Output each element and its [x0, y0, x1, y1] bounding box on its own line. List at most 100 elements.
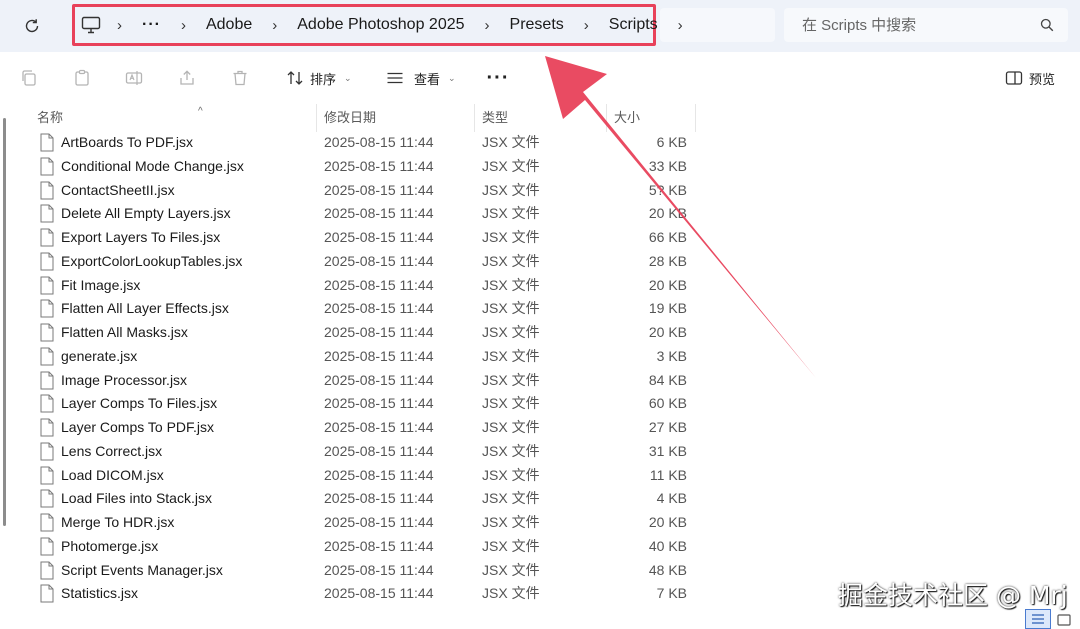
search-box[interactable] — [784, 8, 1068, 42]
file-size: 6 KB — [656, 134, 687, 150]
file-row[interactable]: ArtBoards To PDF.jsx 2025-08-15 11:44 JSX … — [0, 131, 700, 154]
file-name[interactable]: ContactSheetII.jsx — [61, 179, 175, 202]
details-view-icon — [1032, 614, 1044, 624]
file-size: 20 KB — [648, 276, 687, 293]
file-name[interactable]: Script Events Manager.jsx — [61, 559, 223, 582]
breadcrumb-separator[interactable]: › — [256, 17, 293, 34]
file-name[interactable]: Load Files into Stack.jsx — [61, 487, 212, 510]
breadcrumb-separator[interactable]: › — [662, 17, 699, 34]
column-header-type[interactable]: 类型 — [475, 104, 607, 132]
view-button[interactable]: 查看 ⌄ — [386, 66, 456, 90]
file-size: 66 KB — [648, 229, 687, 245]
more-options-button[interactable]: ··· — [484, 66, 512, 90]
file-type: JSX 文件 — [482, 371, 540, 388]
column-header-name[interactable]: ^ 名称 — [30, 104, 317, 132]
file-icon — [40, 157, 54, 176]
file-date: 2025-08-15 11:44 — [324, 442, 434, 459]
file-row[interactable]: Layer Comps To Files.jsx 2025-08-15 11:44… — [0, 392, 700, 415]
copy-button[interactable] — [17, 66, 41, 90]
rename-button[interactable] — [122, 66, 146, 90]
file-row[interactable]: ExportColorLookupTables.jsx 2025-08-15 11… — [0, 250, 700, 273]
paste-icon — [75, 69, 89, 86]
sort-button[interactable]: 排序 ⌄ — [286, 66, 352, 90]
file-date: 2025-08-15 11:44 — [324, 585, 434, 602]
file-row[interactable]: Merge To HDR.jsx 2025-08-15 11:44 JSX 文件 20… — [0, 511, 700, 534]
file-size: 4 KB — [656, 490, 687, 507]
details-view-button[interactable] — [1025, 609, 1051, 629]
file-name[interactable]: generate.jsx — [61, 345, 137, 368]
file-date: 2025-08-15 11:44 — [324, 371, 434, 388]
trash-icon — [233, 70, 247, 86]
file-name[interactable]: Flatten All Layer Effects.jsx — [61, 297, 229, 320]
tiles-view-button[interactable] — [1054, 611, 1074, 629]
file-row[interactable]: generate.jsx 2025-08-15 11:44 JSX 文件 3 KB — [0, 345, 700, 368]
file-name[interactable]: Photomerge.jsx — [61, 535, 158, 558]
search-icon[interactable] — [1040, 18, 1054, 32]
breadcrumb-separator[interactable]: › — [568, 17, 605, 34]
file-row[interactable]: Photomerge.jsx 2025-08-15 11:44 JSX 文件 40 K… — [0, 535, 700, 558]
file-name[interactable]: Flatten All Masks.jsx — [61, 321, 188, 344]
file-size: 3 KB — [656, 347, 687, 364]
breadcrumb-item-photoshop[interactable]: Adobe Photoshop 2025 — [293, 16, 468, 34]
command-bar: 排序 ⌄ 查看 ⌄ ··· 预览 — [0, 52, 1080, 104]
search-input[interactable] — [800, 15, 1040, 35]
file-row[interactable]: Layer Comps To PDF.jsx 2025-08-15 11:44 JS… — [0, 416, 700, 439]
file-row[interactable]: Load DICOM.jsx 2025-08-15 11:44 JSX 文件 11 K… — [0, 464, 700, 487]
file-name[interactable]: Lens Correct.jsx — [61, 440, 162, 463]
file-name[interactable]: Fit Image.jsx — [61, 274, 140, 297]
file-row[interactable]: Script Events Manager.jsx 2025-08-15 11:4… — [0, 559, 700, 582]
column-header-date[interactable]: 修改日期 — [317, 104, 475, 132]
refresh-button[interactable] — [18, 12, 46, 40]
breadcrumb-separator[interactable]: › — [469, 17, 506, 34]
file-name[interactable]: Export Layers To Files.jsx — [61, 226, 220, 249]
file-type: JSX 文件 — [482, 585, 540, 602]
breadcrumb-overflow[interactable]: ··· — [138, 16, 165, 34]
file-row[interactable]: Delete All Empty Layers.jsx 2025-08-15 11… — [0, 202, 700, 225]
file-name[interactable]: Conditional Mode Change.jsx — [61, 155, 244, 178]
file-type: JSX 文件 — [482, 490, 540, 507]
file-name[interactable]: Merge To HDR.jsx — [61, 511, 174, 534]
file-name[interactable]: ArtBoards To PDF.jsx — [61, 131, 193, 154]
file-icon — [40, 228, 54, 247]
file-row[interactable]: Flatten All Masks.jsx 2025-08-15 11:44 JSX… — [0, 321, 700, 344]
file-name[interactable]: Image Processor.jsx — [61, 369, 187, 392]
file-row[interactable]: Fit Image.jsx 2025-08-15 11:44 JSX 文件 20 KB — [0, 274, 700, 297]
paste-button[interactable] — [70, 66, 94, 90]
column-header-size[interactable]: 大小 — [607, 104, 696, 132]
share-button[interactable] — [175, 66, 199, 90]
file-date: 2025-08-15 11:44 — [324, 561, 434, 578]
breadcrumb-item-presets[interactable]: Presets — [506, 16, 568, 34]
file-row[interactable]: Conditional Mode Change.jsx 2025-08-15 11… — [0, 155, 700, 178]
file-type: JSX 文件 — [482, 442, 540, 459]
file-name[interactable]: Delete All Empty Layers.jsx — [61, 202, 231, 225]
breadcrumb-separator[interactable]: › — [165, 17, 202, 34]
file-row[interactable]: Load Files into Stack.jsx 2025-08-15 11:4… — [0, 487, 700, 510]
delete-button[interactable] — [228, 66, 252, 90]
chevron-down-icon: ⌄ — [448, 72, 456, 83]
file-row[interactable]: Flatten All Layer Effects.jsx 2025-08-15 … — [0, 297, 700, 320]
preview-label: 预览 — [1029, 71, 1056, 87]
file-type: JSX 文件 — [482, 229, 540, 245]
file-row[interactable]: ContactSheetII.jsx 2025-08-15 11:44 JSX 文件… — [0, 179, 700, 202]
file-type: JSX 文件 — [482, 347, 540, 364]
file-icon — [40, 299, 54, 318]
file-row[interactable]: Lens Correct.jsx 2025-08-15 11:44 JSX 文件 31… — [0, 440, 700, 463]
file-row[interactable]: Export Layers To Files.jsx 2025-08-15 11:… — [0, 226, 700, 249]
file-name[interactable]: Load DICOM.jsx — [61, 464, 164, 487]
breadcrumb-item-adobe[interactable]: Adobe — [202, 16, 256, 34]
breadcrumb-item-scripts[interactable]: Scripts — [605, 16, 662, 34]
computer-icon[interactable] — [81, 16, 101, 34]
file-date: 2025-08-15 11:44 — [324, 205, 434, 222]
breadcrumb-separator[interactable]: › — [101, 17, 138, 34]
preview-pane-button[interactable]: 预览 — [1005, 66, 1055, 90]
file-name[interactable]: Layer Comps To PDF.jsx — [61, 416, 214, 439]
file-type: JSX 文件 — [482, 561, 540, 578]
file-date: 2025-08-15 11:44 — [324, 537, 434, 554]
file-icon — [40, 489, 54, 508]
file-name[interactable]: ExportColorLookupTables.jsx — [61, 250, 242, 273]
file-name[interactable]: Statistics.jsx — [61, 582, 138, 605]
file-row[interactable]: Statistics.jsx 2025-08-15 11:44 JSX 文件 7 KB — [0, 582, 700, 605]
file-date: 2025-08-15 11:44 — [324, 276, 434, 293]
file-name[interactable]: Layer Comps To Files.jsx — [61, 392, 217, 415]
file-row[interactable]: Image Processor.jsx 2025-08-15 11:44 JSX 文… — [0, 369, 700, 392]
